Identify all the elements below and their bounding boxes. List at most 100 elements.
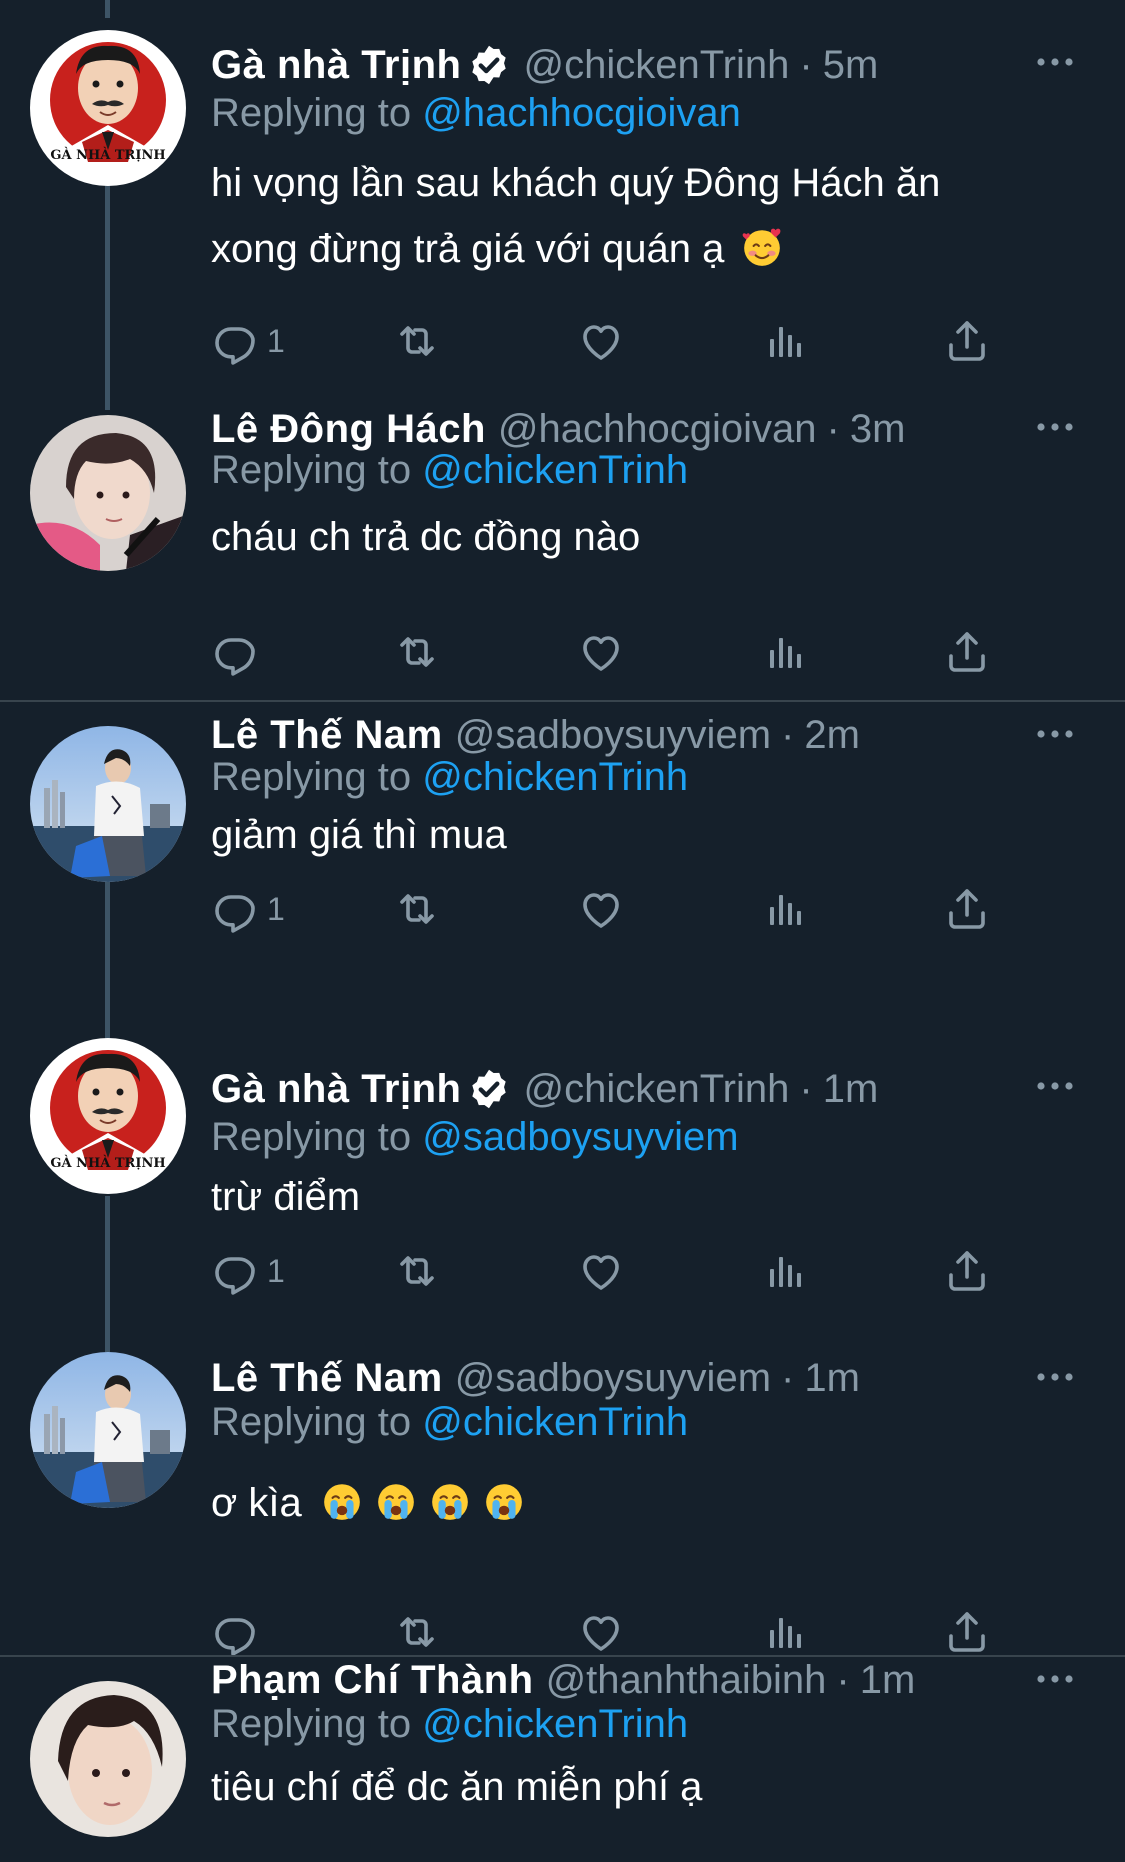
display-name[interactable]: Gà nhà Trịnh [211,40,461,90]
more-icon [1035,57,1075,67]
more-icon [1035,729,1075,739]
retweet-icon [393,1608,441,1656]
tweet[interactable]: Lê Đông Hách @hachhocgioivan · 3m Replyi… [0,405,1125,702]
timestamp[interactable]: 2m [804,710,860,760]
more-icon [1035,1081,1075,1091]
tweet[interactable]: GÀ NHÀ TRỊNH Gà nhà Trịnh @chickenTrinh … [0,1020,1125,1335]
retweet-button[interactable] [393,881,441,937]
like-button[interactable] [577,1604,625,1660]
avatar[interactable] [30,1352,186,1508]
separator-dot: · [781,713,795,757]
display-name[interactable]: Phạm Chí Thành [211,1655,534,1705]
replying-to-line: Replying to @chickenTrinh [211,752,688,802]
like-icon [577,885,625,933]
more-options-button[interactable] [1025,407,1085,447]
replying-to-label: Replying to [211,1400,423,1444]
retweet-button[interactable] [393,624,441,680]
replying-to-mention[interactable]: @chickenTrinh [422,755,688,799]
like-icon [577,1608,625,1656]
more-options-button[interactable] [1025,1066,1085,1106]
tweet-text: tiêu chí để dc ăn miễn phí ạ [211,1754,1065,1820]
like-button[interactable] [577,624,625,680]
timestamp[interactable]: 1m [804,1353,860,1403]
loudly-crying-face-icon [483,1480,525,1522]
replying-to-label: Replying to [211,91,423,135]
loudly-crying-face-icon [375,1480,417,1522]
timestamp[interactable]: 1m [823,1064,879,1114]
avatar-logo-text: GÀ NHÀ TRỊNH [50,148,166,163]
tweet-text-line: tiêu chí để dc ăn miễn phí ạ [211,1765,703,1809]
tweet[interactable]: Lê Thế Nam @sadboysuyviem · 2m Replying … [0,702,1125,1020]
display-name[interactable]: Lê Thế Nam [211,1353,443,1403]
share-button[interactable] [943,1243,991,1299]
user-handle[interactable]: @chickenTrinh [523,1064,789,1114]
avatar[interactable] [30,415,186,571]
avatar-logo-text: GÀ NHÀ TRỊNH [50,1156,166,1171]
more-options-button[interactable] [1025,714,1085,754]
more-options-button[interactable] [1025,1659,1085,1699]
replying-to-line: Replying to @chickenTrinh [211,1397,688,1447]
like-button[interactable] [577,881,625,937]
like-button[interactable] [577,313,625,369]
reply-button[interactable] [211,1604,267,1660]
analytics-icon [760,628,808,676]
display-name[interactable]: Gà nhà Trịnh [211,1064,461,1114]
avatar[interactable]: GÀ NHÀ TRỊNH [30,1038,186,1194]
retweet-icon [393,1247,441,1295]
analytics-button[interactable] [760,313,808,369]
reply-button[interactable]: 1 [211,1243,285,1299]
analytics-button[interactable] [760,1243,808,1299]
tweet[interactable]: Lê Thế Nam @sadboysuyviem · 1m Replying … [0,1335,1125,1655]
tweet[interactable]: Phạm Chí Thành @thanhthaibinh · 1m Reply… [0,1657,1125,1862]
reply-button[interactable]: 1 [211,881,285,937]
share-button[interactable] [943,624,991,680]
share-button[interactable] [943,1604,991,1660]
like-button[interactable] [577,1243,625,1299]
reply-button[interactable]: 1 [211,313,285,369]
share-button[interactable] [943,881,991,937]
user-handle[interactable]: @thanhthaibinh [546,1655,827,1705]
analytics-button[interactable] [760,624,808,680]
replying-to-mention[interactable]: @hachhocgioivan [422,91,741,135]
reply-button[interactable] [211,624,267,680]
timestamp[interactable]: 3m [850,404,906,454]
separator-dot: · [826,407,840,451]
reply-count: 1 [267,322,285,359]
avatar[interactable]: GÀ NHÀ TRỊNH [30,30,186,186]
user-handle[interactable]: @chickenTrinh [523,40,789,90]
replying-to-mention[interactable]: @sadboysuyviem [422,1115,738,1159]
reply-icon [211,317,259,365]
more-options-button[interactable] [1025,1357,1085,1397]
action-bar: 1 [211,1243,1011,1299]
retweet-button[interactable] [393,313,441,369]
smiling-face-with-hearts-icon [741,226,783,268]
user-handle[interactable]: @sadboysuyviem [455,1353,771,1403]
replying-to-line: Replying to @chickenTrinh [211,445,688,495]
replying-to-mention[interactable]: @chickenTrinh [422,1702,688,1746]
action-bar: 1 [211,881,1011,937]
tweet-text-line: giảm giá thì mua [211,813,507,857]
replying-to-mention[interactable]: @chickenTrinh [422,448,688,492]
analytics-button[interactable] [760,881,808,937]
retweet-button[interactable] [393,1604,441,1660]
tweet[interactable]: GÀ NHÀ TRỊNH Gà nhà Trịnh @chickenTrinh … [0,0,1125,405]
replying-to-line: Replying to @hachhocgioivan [211,88,741,138]
timestamp[interactable]: 1m [860,1655,916,1705]
loudly-crying-face-icon [321,1480,363,1522]
retweet-button[interactable] [393,1243,441,1299]
share-button[interactable] [943,313,991,369]
reply-icon [211,1608,259,1656]
like-icon [577,628,625,676]
more-options-button[interactable] [1025,42,1085,82]
replying-to-mention[interactable]: @chickenTrinh [422,1400,688,1444]
timestamp[interactable]: 5m [823,40,879,90]
more-icon [1035,422,1075,432]
analytics-icon [760,885,808,933]
replying-to-line: Replying to @sadboysuyviem [211,1112,739,1162]
separator-dot: · [781,1356,795,1400]
replying-to-label: Replying to [211,448,423,492]
analytics-button[interactable] [760,1604,808,1660]
reply-icon [211,885,259,933]
avatar[interactable] [30,726,186,882]
avatar[interactable] [30,1681,186,1837]
